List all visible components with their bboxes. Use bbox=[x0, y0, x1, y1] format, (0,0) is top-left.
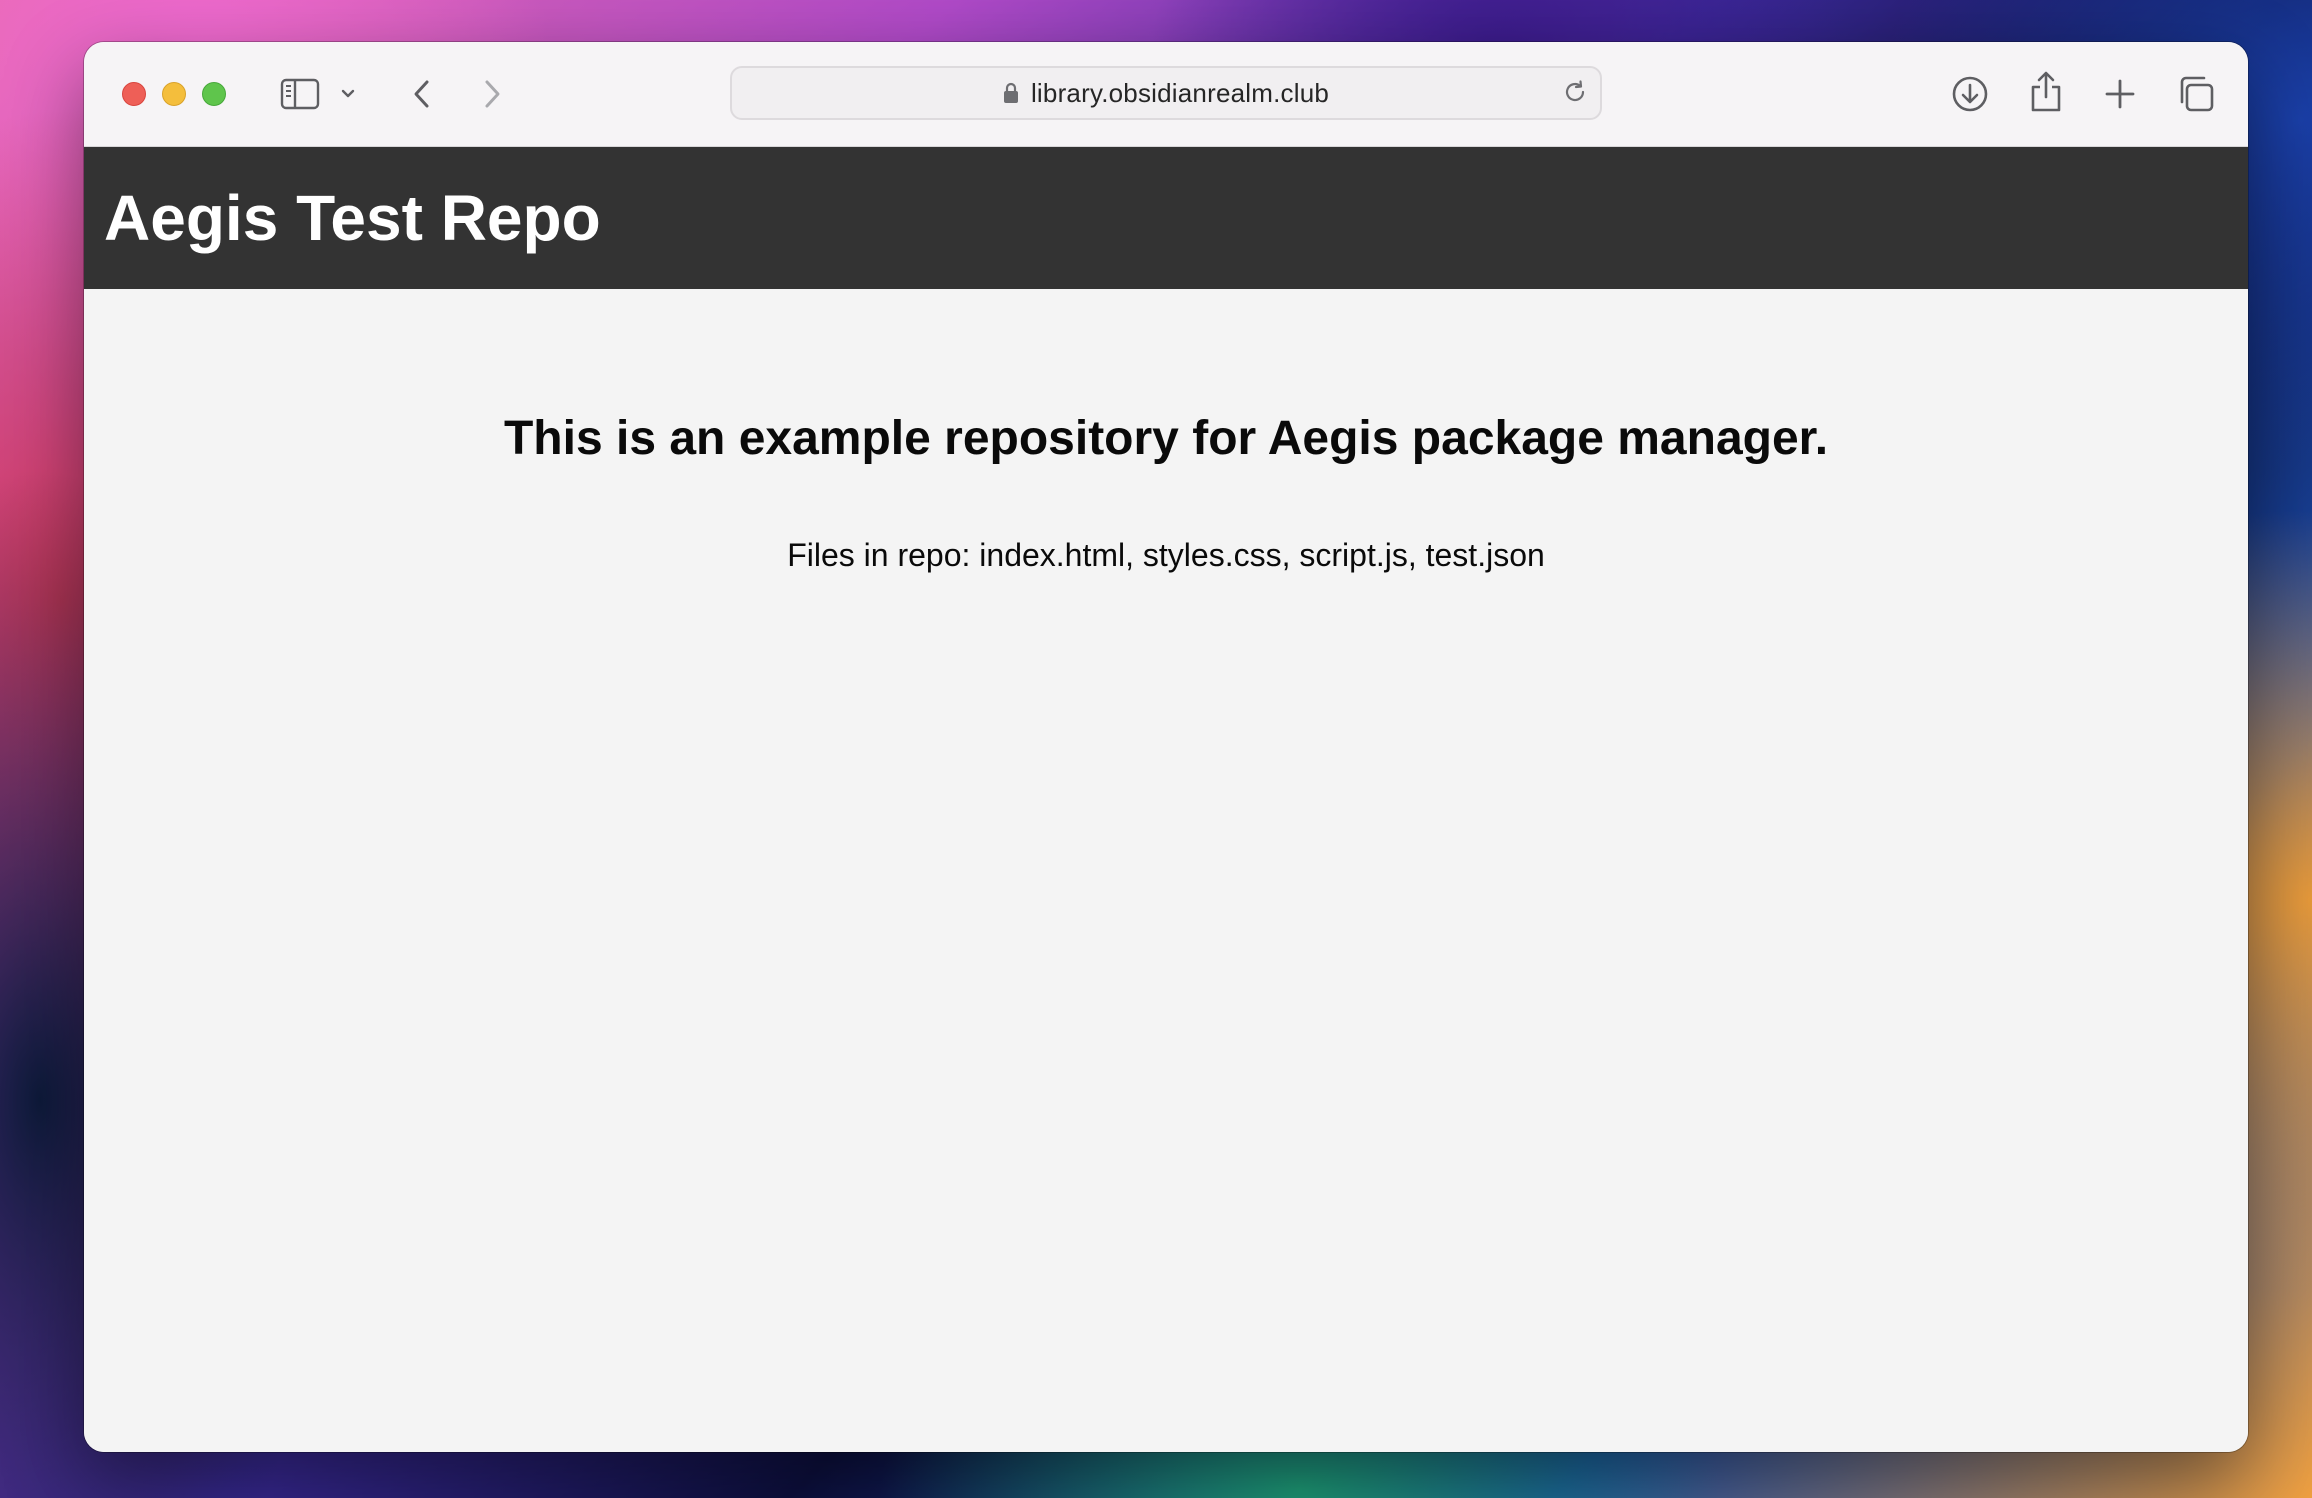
tab-overview-button[interactable] bbox=[2172, 70, 2220, 118]
share-icon bbox=[2029, 71, 2063, 113]
close-window-button[interactable] bbox=[122, 82, 146, 106]
files-list-text: Files in repo: index.html, styles.css, s… bbox=[787, 537, 1545, 573]
address-bar[interactable]: library.obsidianrealm.club bbox=[730, 66, 1602, 120]
downloads-button[interactable] bbox=[1946, 70, 1994, 118]
browser-window: library.obsidianrealm.club Aegis Test Re… bbox=[84, 42, 2248, 1452]
reload-button[interactable] bbox=[1560, 79, 1590, 109]
new-tab-button[interactable] bbox=[2096, 70, 2144, 118]
site-header: Aegis Test Repo bbox=[84, 147, 2248, 289]
url-text: library.obsidianrealm.club bbox=[1030, 77, 1330, 108]
forward-button[interactable] bbox=[470, 72, 514, 116]
sidebar-toggle-button[interactable] bbox=[276, 74, 324, 114]
tabs-icon bbox=[2177, 75, 2215, 113]
maximize-window-button[interactable] bbox=[202, 82, 226, 106]
chevron-down-icon bbox=[340, 88, 356, 100]
desktop-wallpaper: library.obsidianrealm.club Aegis Test Re… bbox=[0, 0, 2312, 1498]
browser-toolbar: library.obsidianrealm.club bbox=[84, 42, 2248, 147]
site-title: Aegis Test Repo bbox=[104, 182, 601, 254]
plus-icon bbox=[2104, 78, 2136, 110]
page-heading: This is an example repository for Aegis … bbox=[503, 412, 1829, 465]
reload-icon bbox=[1562, 79, 1588, 110]
chevron-left-icon bbox=[410, 78, 434, 110]
chevron-right-icon bbox=[480, 78, 504, 110]
share-button[interactable] bbox=[2022, 66, 2070, 118]
sidebar-menu-button[interactable] bbox=[336, 82, 360, 106]
download-icon bbox=[1951, 75, 1989, 113]
sidebar-icon bbox=[280, 78, 320, 110]
lock-icon bbox=[1003, 82, 1019, 104]
web-page: Aegis Test Repo This is an example repos… bbox=[84, 147, 2248, 1452]
minimize-window-button[interactable] bbox=[162, 82, 186, 106]
back-button[interactable] bbox=[400, 72, 444, 116]
